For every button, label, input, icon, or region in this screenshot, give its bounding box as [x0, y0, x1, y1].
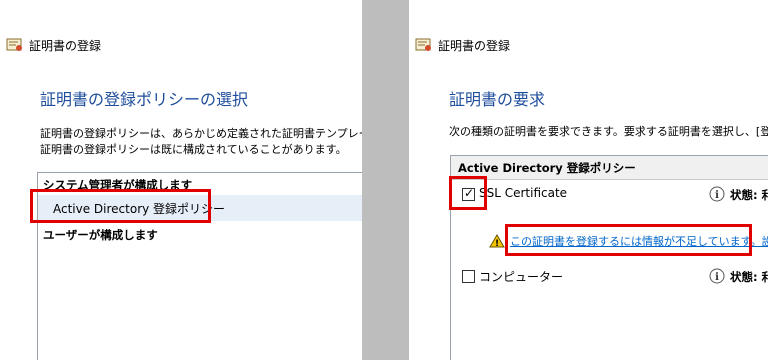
description-line-2: 証明書の登録ポリシーは既に構成されていることがあります。 [40, 143, 347, 156]
ssl-status-label: 状態: 利 [730, 188, 768, 202]
policy-item-label: Active Directory 登録ポリシー [53, 202, 226, 216]
page-heading: 証明書の要求 [449, 90, 546, 109]
checkmark-icon: ✓ [464, 186, 475, 200]
policy-group-label: Active Directory 登録ポリシー [458, 161, 636, 175]
left-panel: 証明書の登録 証明書の登録ポリシーの選択 証明書の登録ポリシーは、あらかじめ定義… [0, 0, 362, 360]
group-admin-configured: システム管理者が構成します [43, 178, 193, 192]
info-icon[interactable]: i [709, 186, 725, 202]
certificate-icon [415, 38, 431, 51]
ssl-certificate-label: SSL Certificate [479, 186, 568, 200]
svg-text:i: i [715, 190, 719, 201]
warning-icon: ! [489, 234, 505, 248]
svg-text:i: i [715, 272, 719, 283]
description-line-1: 証明書の登録ポリシーは、あらかじめ定義された証明書テンプレートに [40, 127, 362, 140]
certificate-icon [6, 38, 22, 51]
list-item-active-directory-policy[interactable]: Active Directory 登録ポリシー [38, 195, 362, 221]
insufficient-info-link[interactable]: この証明書を登録するには情報が不足しています。設定 [510, 233, 768, 249]
svg-text:!: ! [495, 239, 499, 248]
window-title-text: 証明書の登録 [438, 38, 511, 53]
window-title: 証明書の登録 [415, 33, 510, 57]
group-user-configured: ユーザーが構成します [43, 228, 158, 242]
policy-group-header: Active Directory 登録ポリシー [451, 156, 768, 180]
computer-label: コンピューター [479, 270, 564, 284]
description-line: 次の種類の証明書を要求できます。要求する証明書を選択し、[登 [449, 125, 768, 138]
info-icon[interactable]: i [709, 268, 725, 284]
computer-checkbox[interactable] [462, 270, 475, 283]
ssl-certificate-checkbox[interactable]: ✓ [462, 186, 475, 201]
policy-list[interactable]: システム管理者が構成します Active Directory 登録ポリシー ユー… [37, 172, 362, 360]
window-title: 証明書の登録 [6, 33, 101, 57]
page-heading: 証明書の登録ポリシーの選択 [40, 90, 249, 109]
right-panel: 証明書の登録 証明書の要求 次の種類の証明書を要求できます。要求する証明書を選択… [409, 0, 768, 360]
window-title-text: 証明書の登録 [29, 38, 102, 53]
computer-status-label: 状態: 利 [730, 270, 768, 284]
certificate-request-list: Active Directory 登録ポリシー ✓ SSL Certificat… [450, 155, 768, 360]
